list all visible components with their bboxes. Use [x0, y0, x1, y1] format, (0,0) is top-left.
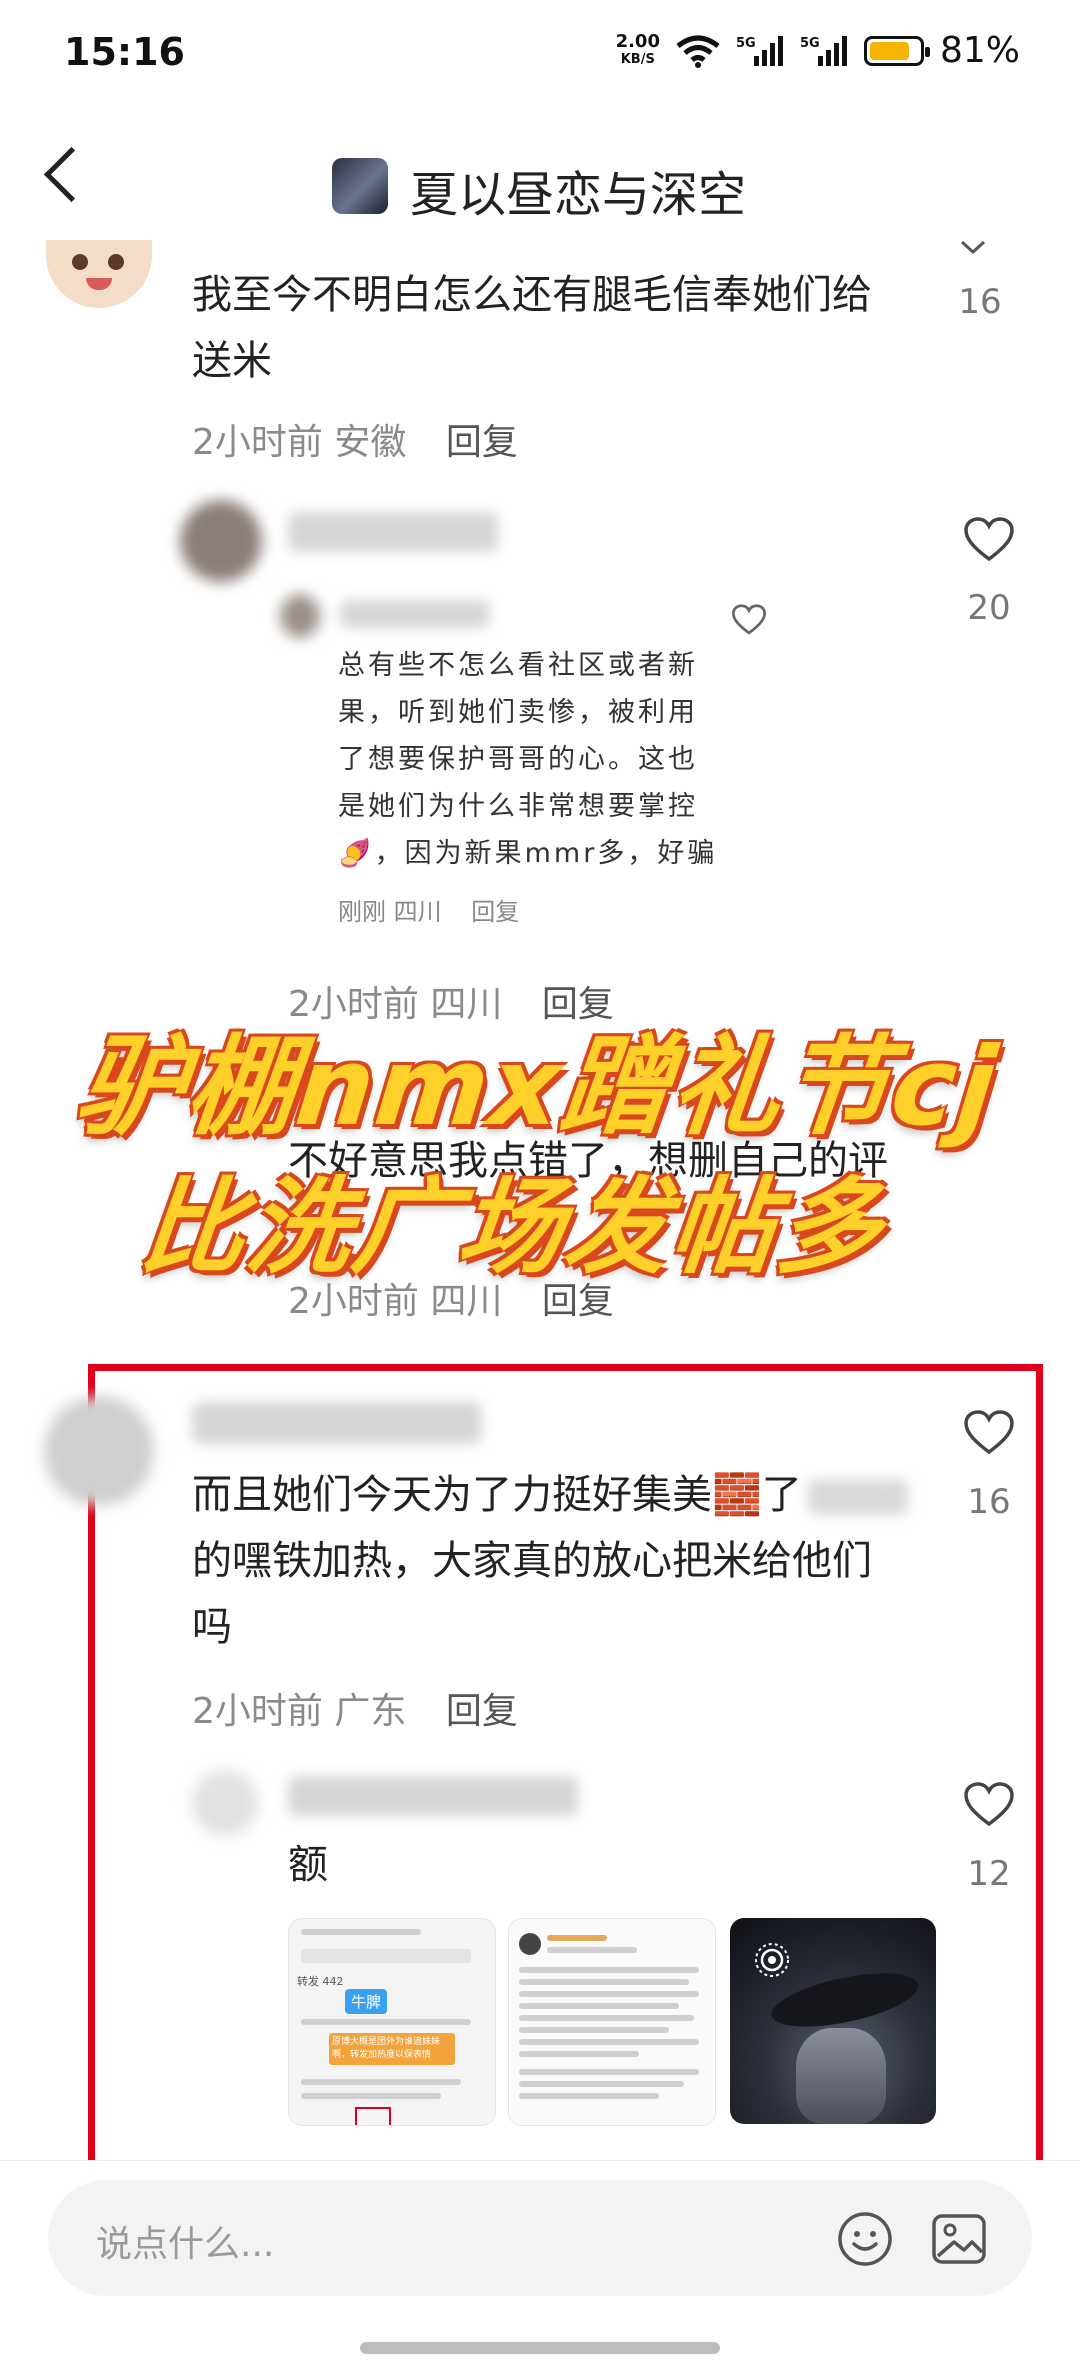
like-heart-icon[interactable]: [964, 1782, 1014, 1828]
image-picker-icon[interactable]: [930, 2210, 988, 2268]
battery-icon: [863, 35, 930, 66]
avatar[interactable]: [46, 240, 152, 308]
avatar[interactable]: [180, 500, 262, 582]
quoted-line: 是她们为什么非常想要掌控: [338, 791, 698, 822]
username: [340, 600, 490, 628]
avatar[interactable]: [44, 1396, 154, 1506]
quoted-time: 刚刚: [338, 898, 386, 926]
quoted-line: 果，听到她们卖惨，被利用: [338, 697, 698, 728]
comment-text-segment: 而且她们今天为了力挺好集美🧱了: [192, 1472, 802, 1518]
quoted-line: 🍠，因为新果mmr多，好骗: [338, 838, 718, 869]
avatar: [280, 594, 320, 638]
image-thumbnail[interactable]: [508, 1918, 716, 2126]
svg-text:5G: 5G: [736, 36, 756, 51]
status-time: 15:16: [64, 30, 185, 74]
like-heart-icon[interactable]: [958, 240, 988, 256]
comment-location: 安徽: [334, 422, 407, 463]
comment-text-line: 而且她们今天为了力挺好集美🧱了: [192, 1462, 932, 1528]
like-count: 16: [967, 1482, 1011, 1522]
comment-text-line: 吗: [192, 1604, 232, 1650]
like-heart-icon[interactable]: [964, 517, 1014, 563]
wifi-icon: [676, 35, 720, 68]
signal-icon: 5G: [800, 35, 847, 66]
like-count: 20: [967, 588, 1011, 628]
comment-meta: 2小时前 广东 回复: [192, 1682, 518, 1734]
quoted-meta: 刚刚 四川 回复: [338, 892, 519, 927]
svg-text:5G: 5G: [800, 36, 820, 51]
live-photo-icon: [755, 1943, 789, 1977]
comment-text-line: 的嘿铁加热，大家真的放心把米给他们: [192, 1538, 872, 1584]
comment-input-placeholder: 说点什么...: [96, 2224, 275, 2265]
image-thumbnail[interactable]: [730, 1918, 936, 2124]
quoted-line: 总有些不怎么看社区或者新: [338, 650, 698, 681]
signal-icon: 5G: [736, 35, 783, 66]
quoted-comment-text: 总有些不怎么看社区或者新 果，听到她们卖惨，被利用 了想要保护哥哥的心。这也 是…: [338, 642, 718, 877]
back-chevron-icon[interactable]: [43, 146, 100, 203]
avatar[interactable]: [192, 1770, 258, 1836]
overlay-caption-line1: 驴棚nmx蹭礼节cj: [70, 1025, 1004, 1150]
username[interactable]: [192, 1402, 482, 1444]
comment-time: 2小时前: [192, 1691, 323, 1732]
comment-meta: 2小时前 安徽 回复: [192, 413, 518, 465]
net-speed: 2.00 KB/S: [615, 30, 660, 69]
topic-avatar[interactable]: [332, 158, 388, 214]
comment-text-line: 我至今不明白怎么还有腿毛信奉她们给: [192, 272, 872, 318]
thumbnail-count: 转发 442: [297, 1975, 344, 1988]
like-heart-icon[interactable]: [964, 1410, 1014, 1456]
comment-text: 额: [288, 1842, 328, 1888]
comment-location: 广东: [334, 1691, 407, 1732]
username[interactable]: [288, 512, 498, 552]
overlay-caption-line2: 比洗广场发帖多: [134, 1166, 890, 1288]
like-heart-icon: [732, 604, 766, 635]
page-title: 夏以昼恋与深空: [410, 167, 747, 223]
quoted-line: 了想要保护哥哥的心。这也: [338, 744, 698, 775]
status-icons: 2.00 KB/S 5G 5G 81%: [616, 30, 1020, 71]
net-speed-unit: KB/S: [620, 51, 655, 67]
username[interactable]: [288, 1776, 578, 1816]
comment-time: 2小时前: [192, 422, 323, 463]
emoji-icon[interactable]: [836, 2210, 894, 2268]
quoted-location: 四川: [393, 898, 442, 926]
comment-text: 而且她们今天为了力挺好集美🧱了 的嘿铁加热，大家真的放心把米给他们 吗: [192, 1462, 932, 1660]
reply-button[interactable]: 回复: [446, 1691, 518, 1732]
comment-text: 我至今不明白怎么还有腿毛信奉她们给 送米: [192, 262, 912, 394]
comment-text-line: 送米: [192, 338, 272, 384]
like-count: 12: [967, 1854, 1011, 1894]
net-speed-value: 2.00: [615, 30, 660, 52]
quoted-reply: 回复: [471, 898, 520, 926]
image-thumbnail[interactable]: 转发 442 牛脾 原博大概是团外为谁追妹妹啊，转发加热度以保表情: [288, 1918, 496, 2126]
battery-percent: 81%: [939, 30, 1020, 71]
reply-button[interactable]: 回复: [446, 422, 518, 463]
thumbnail-note: 原博大概是团外为谁追妹妹啊，转发加热度以保表情: [329, 2033, 455, 2065]
like-count: 16: [958, 282, 1002, 322]
thumbnail-tag: 牛脾: [345, 1989, 388, 2014]
home-indicator[interactable]: [360, 2342, 720, 2354]
blurred-text: [807, 1479, 908, 1515]
